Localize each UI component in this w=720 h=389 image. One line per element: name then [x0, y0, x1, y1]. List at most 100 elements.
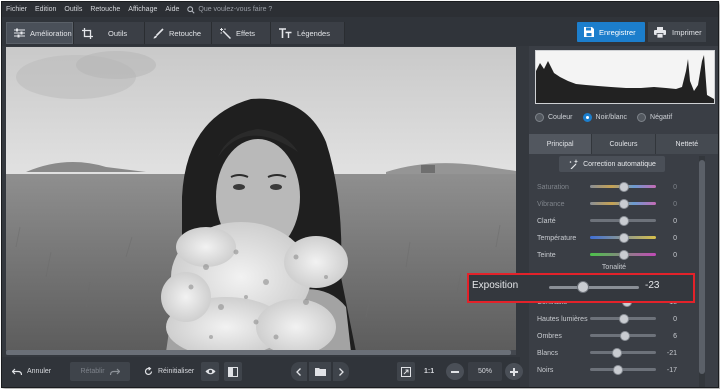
- search-placeholder[interactable]: Que voulez-vous faire ?: [198, 6, 272, 13]
- menu-affichage[interactable]: Affichage: [124, 6, 161, 13]
- menu-fichier[interactable]: Fichier: [2, 6, 31, 13]
- mode-negatif[interactable]: Négatif: [637, 112, 673, 122]
- main-toolbar: Amélioration Outils Retouche Effets Lége…: [2, 17, 718, 46]
- tab-outils[interactable]: Outils: [74, 22, 145, 44]
- tab-label: Outils: [108, 28, 128, 38]
- slider-thumb[interactable]: [619, 314, 629, 324]
- slider-label: Saturation: [537, 183, 569, 191]
- redo-icon: [109, 368, 120, 376]
- mode-label: Négatif: [650, 113, 673, 121]
- slider-row: Hautes lumières 0: [537, 313, 697, 325]
- mode-label: Couleur: [548, 113, 573, 121]
- reset-button[interactable]: Réinitialiser: [144, 363, 194, 380]
- sliders-icon: [14, 28, 25, 38]
- slider-track[interactable]: [590, 351, 656, 354]
- slider-thumb[interactable]: [619, 199, 629, 209]
- tab-legendes[interactable]: Légendes: [271, 22, 345, 44]
- fit-screen-icon: [401, 366, 411, 377]
- redo-button[interactable]: Rétablir: [70, 362, 130, 381]
- slider-value: -17: [666, 366, 677, 374]
- menu-edition[interactable]: Edition: [31, 6, 60, 13]
- canvas-horizontal-scrollbar[interactable]: [6, 350, 516, 355]
- panel-vertical-scrollbar[interactable]: [699, 156, 705, 387]
- adjustment-tabs: Principal Couleurs Netteté: [529, 134, 718, 154]
- slider-value: 0: [673, 183, 677, 191]
- slider-value: 0: [673, 217, 677, 225]
- text-icon: [279, 28, 292, 38]
- chevron-right-icon: [338, 367, 344, 376]
- mode-label: Noir/blanc: [595, 113, 628, 121]
- slider-row: Noirs -17: [537, 364, 697, 376]
- ratio-label: 1:1: [424, 368, 435, 375]
- zoom-in-button[interactable]: [505, 363, 523, 380]
- save-button[interactable]: Enregistrer: [577, 22, 645, 42]
- eye-icon: [205, 368, 216, 375]
- slider-value: -21: [666, 349, 677, 357]
- slider-thumb[interactable]: [611, 348, 622, 358]
- previous-image-button[interactable]: [291, 362, 307, 381]
- mode-couleur[interactable]: Couleur: [535, 112, 573, 122]
- radio-indicator: [637, 112, 647, 122]
- slider-thumb[interactable]: [619, 182, 629, 192]
- slider-thumb[interactable]: [613, 365, 624, 375]
- slider-thumb[interactable]: [620, 331, 631, 341]
- tab-label: Retouche: [169, 28, 202, 38]
- tab-retouche[interactable]: Retouche: [145, 22, 212, 44]
- auto-correction-button[interactable]: Correction automatique: [559, 156, 665, 172]
- scrollbar-thumb[interactable]: [6, 350, 511, 355]
- menu-retouche[interactable]: Retouche: [86, 6, 124, 13]
- slider-row: Température 0: [537, 232, 697, 244]
- command-search[interactable]: Que voulez-vous faire ?: [187, 5, 272, 14]
- open-folder-button[interactable]: [309, 362, 331, 381]
- next-image-button[interactable]: [333, 362, 349, 381]
- slider-thumb[interactable]: [619, 250, 629, 260]
- color-mode-selector: Couleur Noir/blanc Négatif: [535, 108, 713, 126]
- zoom-out-button[interactable]: [446, 363, 464, 380]
- slider-label: Hautes lumières: [537, 315, 588, 323]
- slider-value: 0: [673, 200, 677, 208]
- radio-indicator: [582, 112, 592, 122]
- tab-label: Amélioration: [30, 28, 72, 38]
- reset-icon: [144, 367, 153, 376]
- undo-button[interactable]: Annuler: [12, 363, 51, 380]
- menu-aide[interactable]: Aide: [161, 6, 183, 13]
- slider-row: Ombres 6: [537, 330, 697, 342]
- redo-label: Rétablir: [80, 368, 105, 375]
- compare-button[interactable]: [224, 362, 242, 381]
- tab-couleurs[interactable]: Couleurs: [592, 134, 656, 154]
- mode-noir-blanc[interactable]: Noir/blanc: [582, 112, 628, 122]
- print-label: Imprimer: [672, 27, 702, 37]
- photo-preview[interactable]: [6, 47, 516, 352]
- print-button[interactable]: Imprimer: [648, 22, 706, 42]
- slider-thumb[interactable]: [619, 216, 629, 226]
- image-canvas[interactable]: [6, 47, 516, 354]
- exposure-slider-thumb[interactable]: [577, 281, 590, 293]
- slider-thumb[interactable]: [619, 233, 629, 243]
- menu-outils[interactable]: Outils: [60, 6, 86, 13]
- preview-toggle-button[interactable]: [201, 362, 219, 381]
- folder-icon: [314, 367, 326, 376]
- printer-icon: [654, 26, 666, 38]
- scrollbar-thumb[interactable]: [699, 160, 705, 374]
- fit-to-screen-button[interactable]: [397, 362, 415, 381]
- undo-label: Annuler: [27, 368, 52, 375]
- slider-row: Blancs -21: [537, 347, 697, 359]
- tab-principal[interactable]: Principal: [529, 134, 593, 154]
- exposure-slider-track[interactable]: [549, 286, 639, 289]
- magic-wand-icon: [220, 27, 231, 39]
- slider-label: Température: [537, 234, 577, 242]
- photo-editor-window: Fichier Edition Outils Retouche Affichag…: [1, 1, 719, 388]
- histogram: [535, 50, 715, 104]
- actual-size-button[interactable]: 1:1: [424, 363, 434, 380]
- slider-label: Noirs: [537, 366, 554, 374]
- tab-nettete[interactable]: Netteté: [655, 134, 718, 154]
- save-label: Enregistrer: [599, 27, 636, 37]
- tab-effets[interactable]: Effets: [212, 22, 271, 44]
- slider-label: Blancs: [537, 349, 559, 357]
- menu-bar: Fichier Edition Outils Retouche Affichag…: [2, 2, 718, 17]
- tab-amelioration[interactable]: Amélioration: [6, 22, 74, 44]
- undo-icon: [12, 368, 22, 376]
- slider-value: 6: [673, 332, 677, 340]
- zoom-level[interactable]: 50%: [468, 362, 502, 381]
- tab-label: Effets: [236, 28, 256, 38]
